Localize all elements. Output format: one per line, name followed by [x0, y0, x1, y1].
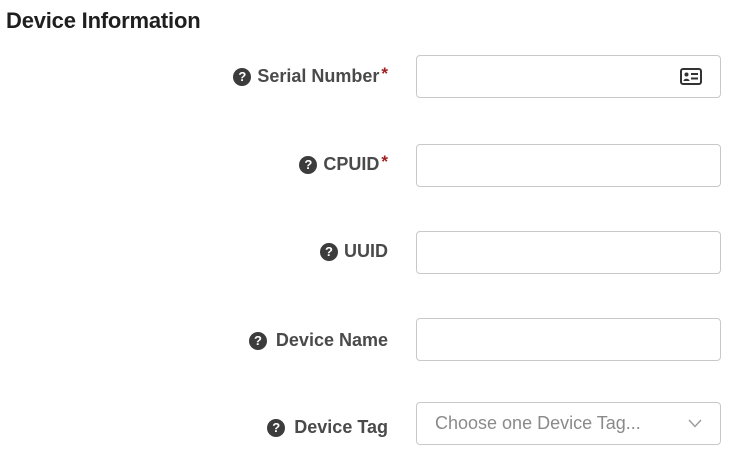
required-indicator: * [381, 151, 388, 171]
help-icon[interactable]: ? [299, 155, 318, 174]
cpuid-label: CPUID [323, 154, 380, 174]
device-tag-label-row: ? Device Tag [267, 417, 388, 438]
help-icon[interactable]: ? [233, 67, 252, 86]
uuid-label-row: ? UUID [320, 241, 388, 262]
serial-number-label-row: ? Serial Number * [233, 63, 388, 87]
device-name-label: Device Name [275, 330, 388, 350]
device-name-input[interactable] [416, 318, 721, 361]
help-icon[interactable]: ? [267, 418, 286, 437]
uuid-input[interactable] [416, 231, 721, 274]
required-indicator: * [381, 63, 388, 83]
cpuid-label-row: ? CPUID * [299, 151, 388, 175]
uuid-label: UUID [344, 241, 388, 261]
device-tag-placeholder: Choose one Device Tag... [435, 413, 641, 433]
device-information-form: Device Information ? Serial Number * ? C… [0, 0, 729, 459]
section-title: Device Information [6, 8, 201, 33]
cpuid-input[interactable] [416, 144, 721, 187]
serial-number-input[interactable] [416, 55, 721, 98]
device-name-label-row: ? Device Name [248, 330, 388, 351]
help-icon[interactable]: ? [320, 242, 338, 261]
help-icon[interactable]: ? [248, 331, 267, 350]
device-tag-label: Device Tag [294, 417, 388, 437]
chevron-down-icon [688, 419, 702, 428]
id-card-icon[interactable] [680, 68, 702, 85]
serial-number-label: Serial Number [257, 66, 380, 86]
device-tag-select[interactable]: Choose one Device Tag... [416, 402, 721, 445]
